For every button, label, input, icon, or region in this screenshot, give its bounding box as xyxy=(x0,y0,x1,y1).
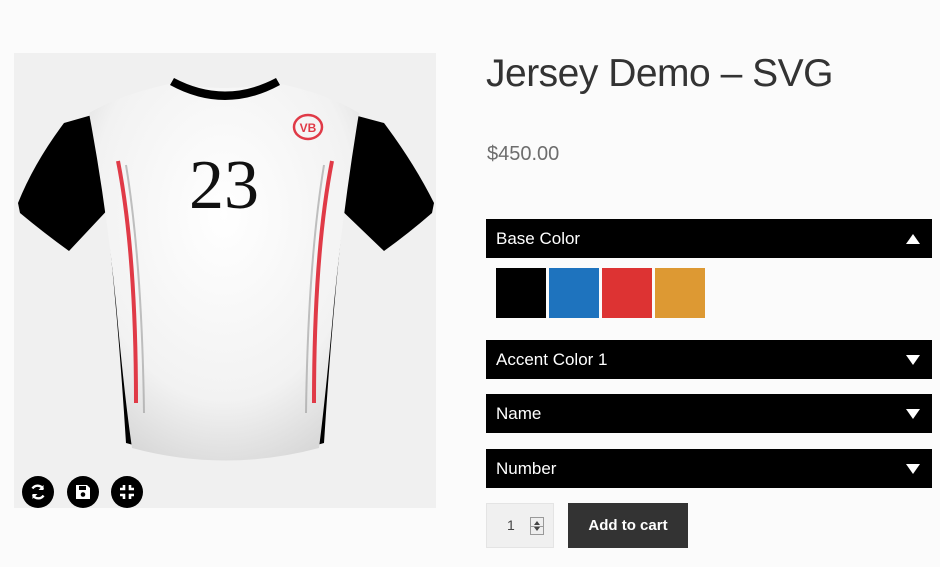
refresh-button[interactable] xyxy=(22,476,54,508)
product-title: Jersey Demo – SVG xyxy=(486,52,833,95)
product-page: VB 23 Jersey Demo – SVG $450.00 Base Col… xyxy=(0,0,940,567)
base-color-label: Base Color xyxy=(496,228,581,248)
jersey-illustration: VB 23 xyxy=(18,78,434,461)
base-color-swatches xyxy=(496,268,705,318)
jersey-preview: VB 23 xyxy=(14,53,436,508)
compress-button[interactable] xyxy=(111,476,143,508)
triangle-down-icon xyxy=(906,354,920,365)
base-color-header[interactable]: Base Color xyxy=(486,219,932,258)
number-label: Number xyxy=(496,458,557,478)
logo-text: VB xyxy=(300,121,317,135)
jersey-number: 23 xyxy=(189,147,259,224)
add-to-cart-button[interactable]: Add to cart xyxy=(568,503,688,548)
spinner-arrows-icon[interactable] xyxy=(530,517,544,535)
triangle-down-icon xyxy=(906,408,920,419)
save-icon xyxy=(76,485,90,499)
quantity-value: 1 xyxy=(507,517,515,533)
compress-icon xyxy=(120,485,134,499)
quantity-stepper[interactable]: 1 xyxy=(486,503,554,548)
refresh-icon xyxy=(31,484,45,500)
triangle-down-icon xyxy=(906,463,920,474)
product-price: $450.00 xyxy=(487,143,560,165)
name-header[interactable]: Name xyxy=(486,394,932,433)
number-header[interactable]: Number xyxy=(486,449,932,488)
save-button[interactable] xyxy=(67,476,99,508)
swatch-blue[interactable] xyxy=(549,268,599,318)
swatch-black[interactable] xyxy=(496,268,546,318)
swatch-red[interactable] xyxy=(602,268,652,318)
triangle-up-icon xyxy=(906,233,920,244)
name-label: Name xyxy=(496,403,542,423)
accent-color-label: Accent Color 1 xyxy=(496,349,608,369)
accent-color-header[interactable]: Accent Color 1 xyxy=(486,340,932,379)
swatch-orange[interactable] xyxy=(655,268,705,318)
